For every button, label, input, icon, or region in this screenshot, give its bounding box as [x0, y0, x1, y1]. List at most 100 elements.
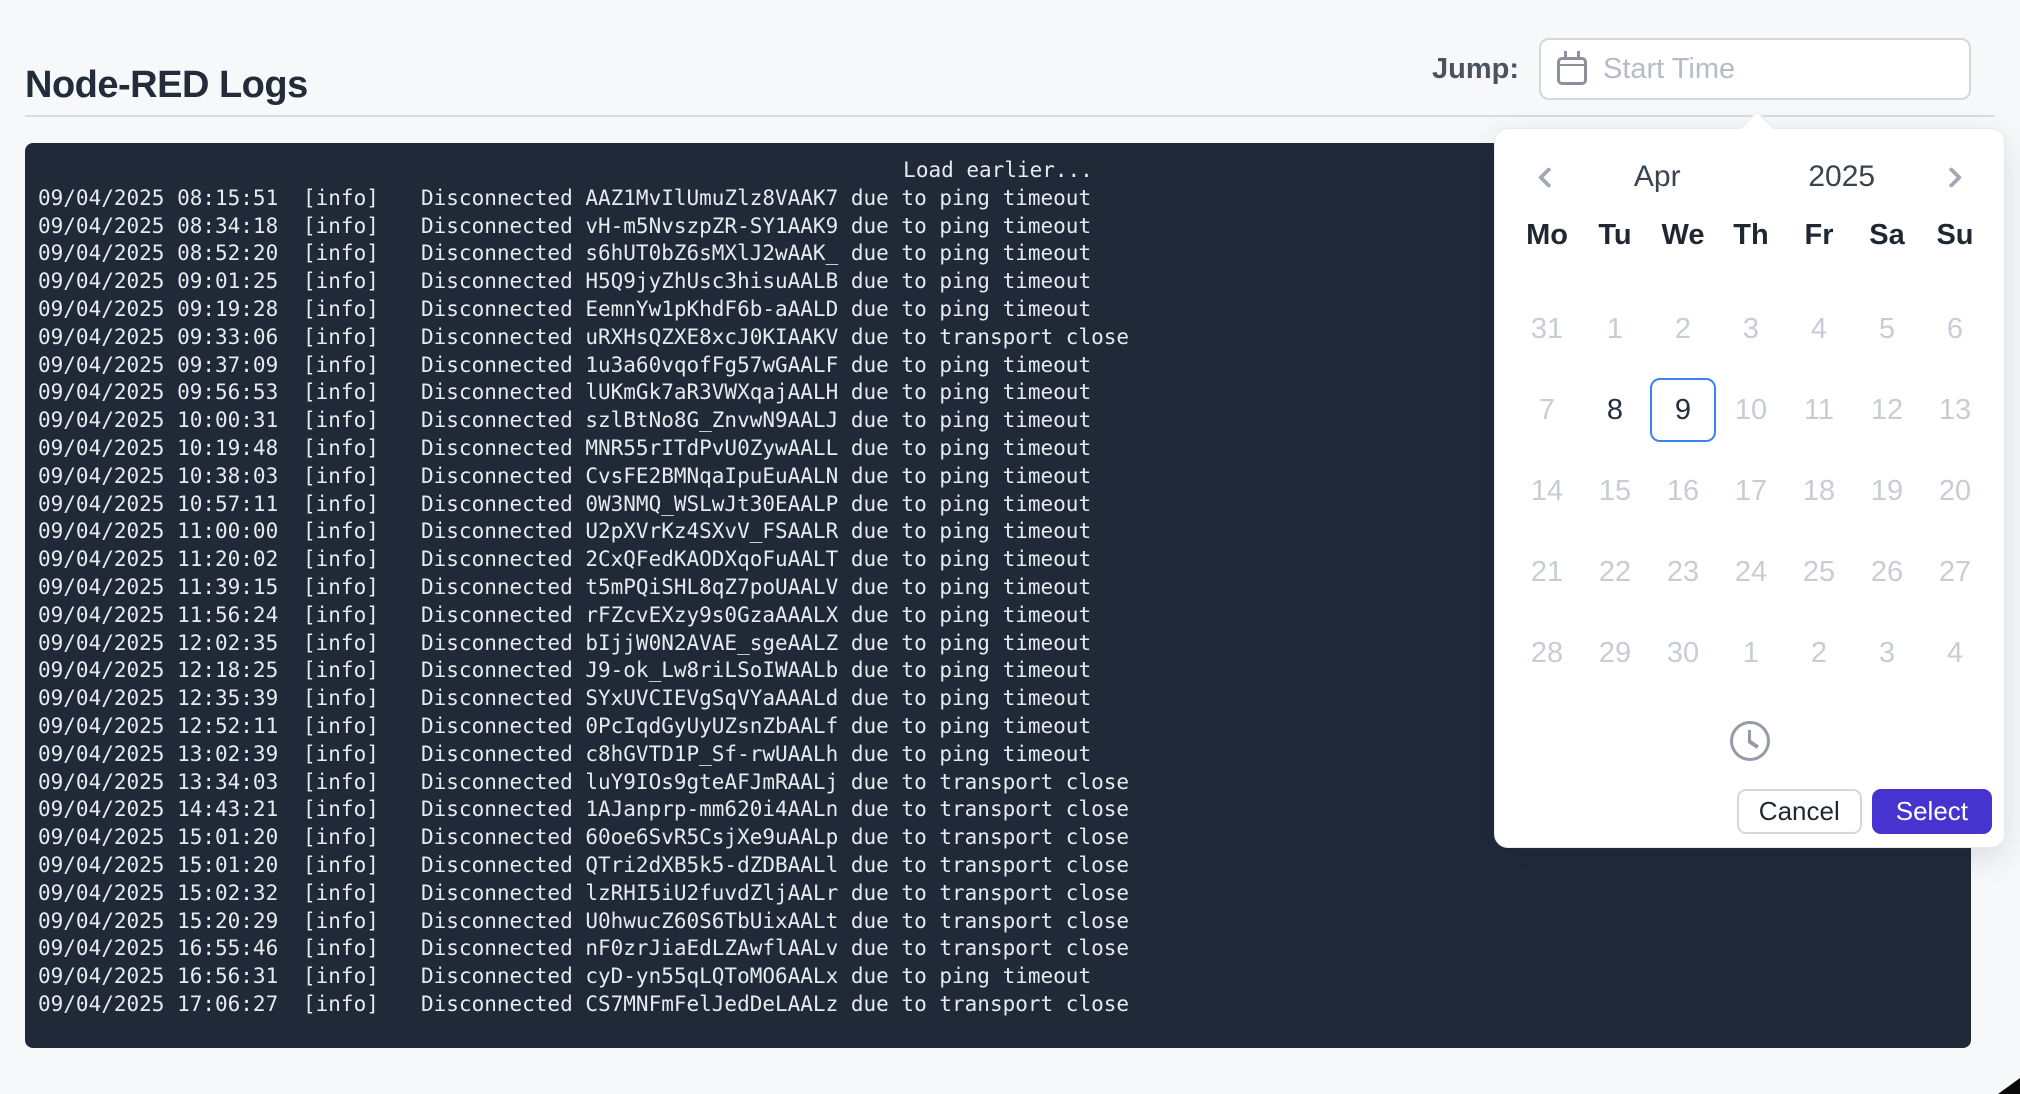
log-entry: 09/04/2025 17:06:27[info]Disconnected CS… — [38, 991, 1971, 1019]
start-time-input[interactable] — [1603, 53, 1953, 86]
calendar-day: 21 — [1514, 540, 1580, 604]
log-lvl: [info] — [303, 435, 421, 463]
log-ts: 09/04/2025 16:56:31 — [38, 963, 303, 991]
chevron-left-icon — [1537, 166, 1558, 187]
log-entry: 09/04/2025 15:02:32[info]Disconnected lz… — [38, 880, 1971, 908]
weekday-label: Sa — [1853, 219, 1921, 255]
log-msg: Disconnected rFZcvEXzy9s0GzaAAALX due to… — [421, 602, 1091, 630]
log-lvl: [info] — [303, 908, 421, 936]
calendar-day[interactable]: 8 — [1582, 378, 1648, 442]
log-msg: Disconnected lzRHI5iU2fuvdZljAALr due to… — [421, 880, 1129, 908]
log-ts: 09/04/2025 15:01:20 — [38, 824, 303, 852]
log-ts: 09/04/2025 12:52:11 — [38, 713, 303, 741]
calendar-day: 23 — [1650, 540, 1716, 604]
next-month-button[interactable] — [1934, 157, 1974, 197]
calendar-day: 27 — [1922, 540, 1988, 604]
calendar-day: 17 — [1718, 459, 1784, 523]
log-msg: Disconnected szlBtNo8G_ZnvwN9AALJ due to… — [421, 407, 1091, 435]
log-msg: Disconnected 1u3a60vqofFg57wGAALF due to… — [421, 352, 1091, 380]
log-msg: Disconnected U2pXVrKz4SXvV_FSAALR due to… — [421, 518, 1091, 546]
calendar-day: 15 — [1582, 459, 1648, 523]
weekday-label: Mo — [1513, 219, 1581, 255]
calendar-day: 22 — [1582, 540, 1648, 604]
log-ts: 09/04/2025 10:00:31 — [38, 407, 303, 435]
jump-label: Jump: — [1432, 53, 1519, 86]
log-ts: 09/04/2025 12:35:39 — [38, 685, 303, 713]
calendar-month-label: Apr — [1565, 160, 1750, 194]
cursor-icon — [1998, 1078, 2020, 1094]
weekday-label: Tu — [1581, 219, 1649, 255]
log-lvl: [info] — [303, 379, 421, 407]
log-lvl: [info] — [303, 991, 421, 1019]
calendar-day: 10 — [1718, 378, 1784, 442]
calendar-day: 5 — [1854, 297, 1920, 361]
log-ts: 09/04/2025 10:38:03 — [38, 463, 303, 491]
log-lvl: [info] — [303, 296, 421, 324]
log-ts: 09/04/2025 12:02:35 — [38, 630, 303, 658]
log-ts: 09/04/2025 11:39:15 — [38, 574, 303, 602]
calendar-nav: Apr 2025 — [1525, 156, 1974, 198]
log-ts: 09/04/2025 15:20:29 — [38, 908, 303, 936]
log-lvl: [info] — [303, 852, 421, 880]
page-title: Node-RED Logs — [25, 64, 308, 107]
page-header: Node-RED Logs Jump: — [25, 0, 1995, 117]
chevron-right-icon — [1940, 166, 1961, 187]
calendar-day: 25 — [1786, 540, 1852, 604]
log-ts: 09/04/2025 09:33:06 — [38, 324, 303, 352]
log-lvl: [info] — [303, 574, 421, 602]
log-lvl: [info] — [303, 518, 421, 546]
log-lvl: [info] — [303, 463, 421, 491]
weekday-label: Su — [1921, 219, 1989, 255]
log-lvl: [info] — [303, 185, 421, 213]
log-entry: 09/04/2025 15:01:20[info]Disconnected QT… — [38, 852, 1971, 880]
log-lvl: [info] — [303, 324, 421, 352]
calendar-day: 4 — [1786, 297, 1852, 361]
log-ts: 09/04/2025 13:02:39 — [38, 741, 303, 769]
log-lvl: [info] — [303, 685, 421, 713]
jump-group: Jump: — [1432, 38, 1971, 100]
calendar-day: 19 — [1854, 459, 1920, 523]
log-entry: 09/04/2025 16:56:31[info]Disconnected cy… — [38, 963, 1971, 991]
calendar-day: 7 — [1514, 378, 1580, 442]
log-entry: 09/04/2025 16:55:46[info]Disconnected nF… — [38, 935, 1971, 963]
log-lvl: [info] — [303, 657, 421, 685]
log-lvl: [info] — [303, 796, 421, 824]
log-lvl: [info] — [303, 240, 421, 268]
calendar-footer: Cancel Select — [1737, 789, 1992, 834]
log-ts: 09/04/2025 15:02:32 — [38, 880, 303, 908]
log-ts: 09/04/2025 08:52:20 — [38, 240, 303, 268]
log-lvl: [info] — [303, 268, 421, 296]
calendar-day: 11 — [1786, 378, 1852, 442]
clock-hand-hour — [1747, 739, 1758, 748]
log-lvl: [info] — [303, 880, 421, 908]
weekday-label: Fr — [1785, 219, 1853, 255]
log-lvl: [info] — [303, 602, 421, 630]
calendar-grid: 3112345678910111213141516171819202122232… — [1513, 297, 1987, 685]
log-msg: Disconnected cyD-yn55qLQToMO6AALx due to… — [421, 963, 1091, 991]
start-time-input-wrapper[interactable] — [1539, 38, 1971, 100]
log-lvl: [info] — [303, 491, 421, 519]
log-msg: Disconnected CvsFE2BMNqaIpuEuAALN due to… — [421, 463, 1091, 491]
log-ts: 09/04/2025 09:56:53 — [38, 379, 303, 407]
select-button[interactable]: Select — [1872, 789, 1992, 834]
calendar-day: 20 — [1922, 459, 1988, 523]
log-msg: Disconnected luY9IOs9gteAFJmRAALj due to… — [421, 769, 1129, 797]
log-msg: Disconnected lUKmGk7aR3VWXqajAALH due to… — [421, 379, 1091, 407]
calendar-day: 29 — [1582, 621, 1648, 685]
log-ts: 09/04/2025 08:15:51 — [38, 185, 303, 213]
log-msg: Disconnected QTri2dXB5k5-dZDBAALl due to… — [421, 852, 1129, 880]
calendar-day: 14 — [1514, 459, 1580, 523]
log-msg: Disconnected AAZ1MvIlUmuZlz8VAAK7 due to… — [421, 185, 1091, 213]
log-ts: 09/04/2025 15:01:20 — [38, 852, 303, 880]
calendar-icon-detail — [1577, 51, 1580, 59]
log-ts: 09/04/2025 17:06:27 — [38, 991, 303, 1019]
calendar-day: 24 — [1718, 540, 1784, 604]
prev-month-button[interactable] — [1525, 157, 1565, 197]
calendar-day[interactable]: 9 — [1650, 378, 1716, 442]
clock-icon[interactable] — [1730, 721, 1770, 761]
log-ts: 09/04/2025 11:56:24 — [38, 602, 303, 630]
log-msg: Disconnected MNR55rITdPvU0ZywAALL due to… — [421, 435, 1091, 463]
calendar-day: 6 — [1922, 297, 1988, 361]
cancel-button[interactable]: Cancel — [1737, 789, 1862, 834]
log-ts: 09/04/2025 09:19:28 — [38, 296, 303, 324]
